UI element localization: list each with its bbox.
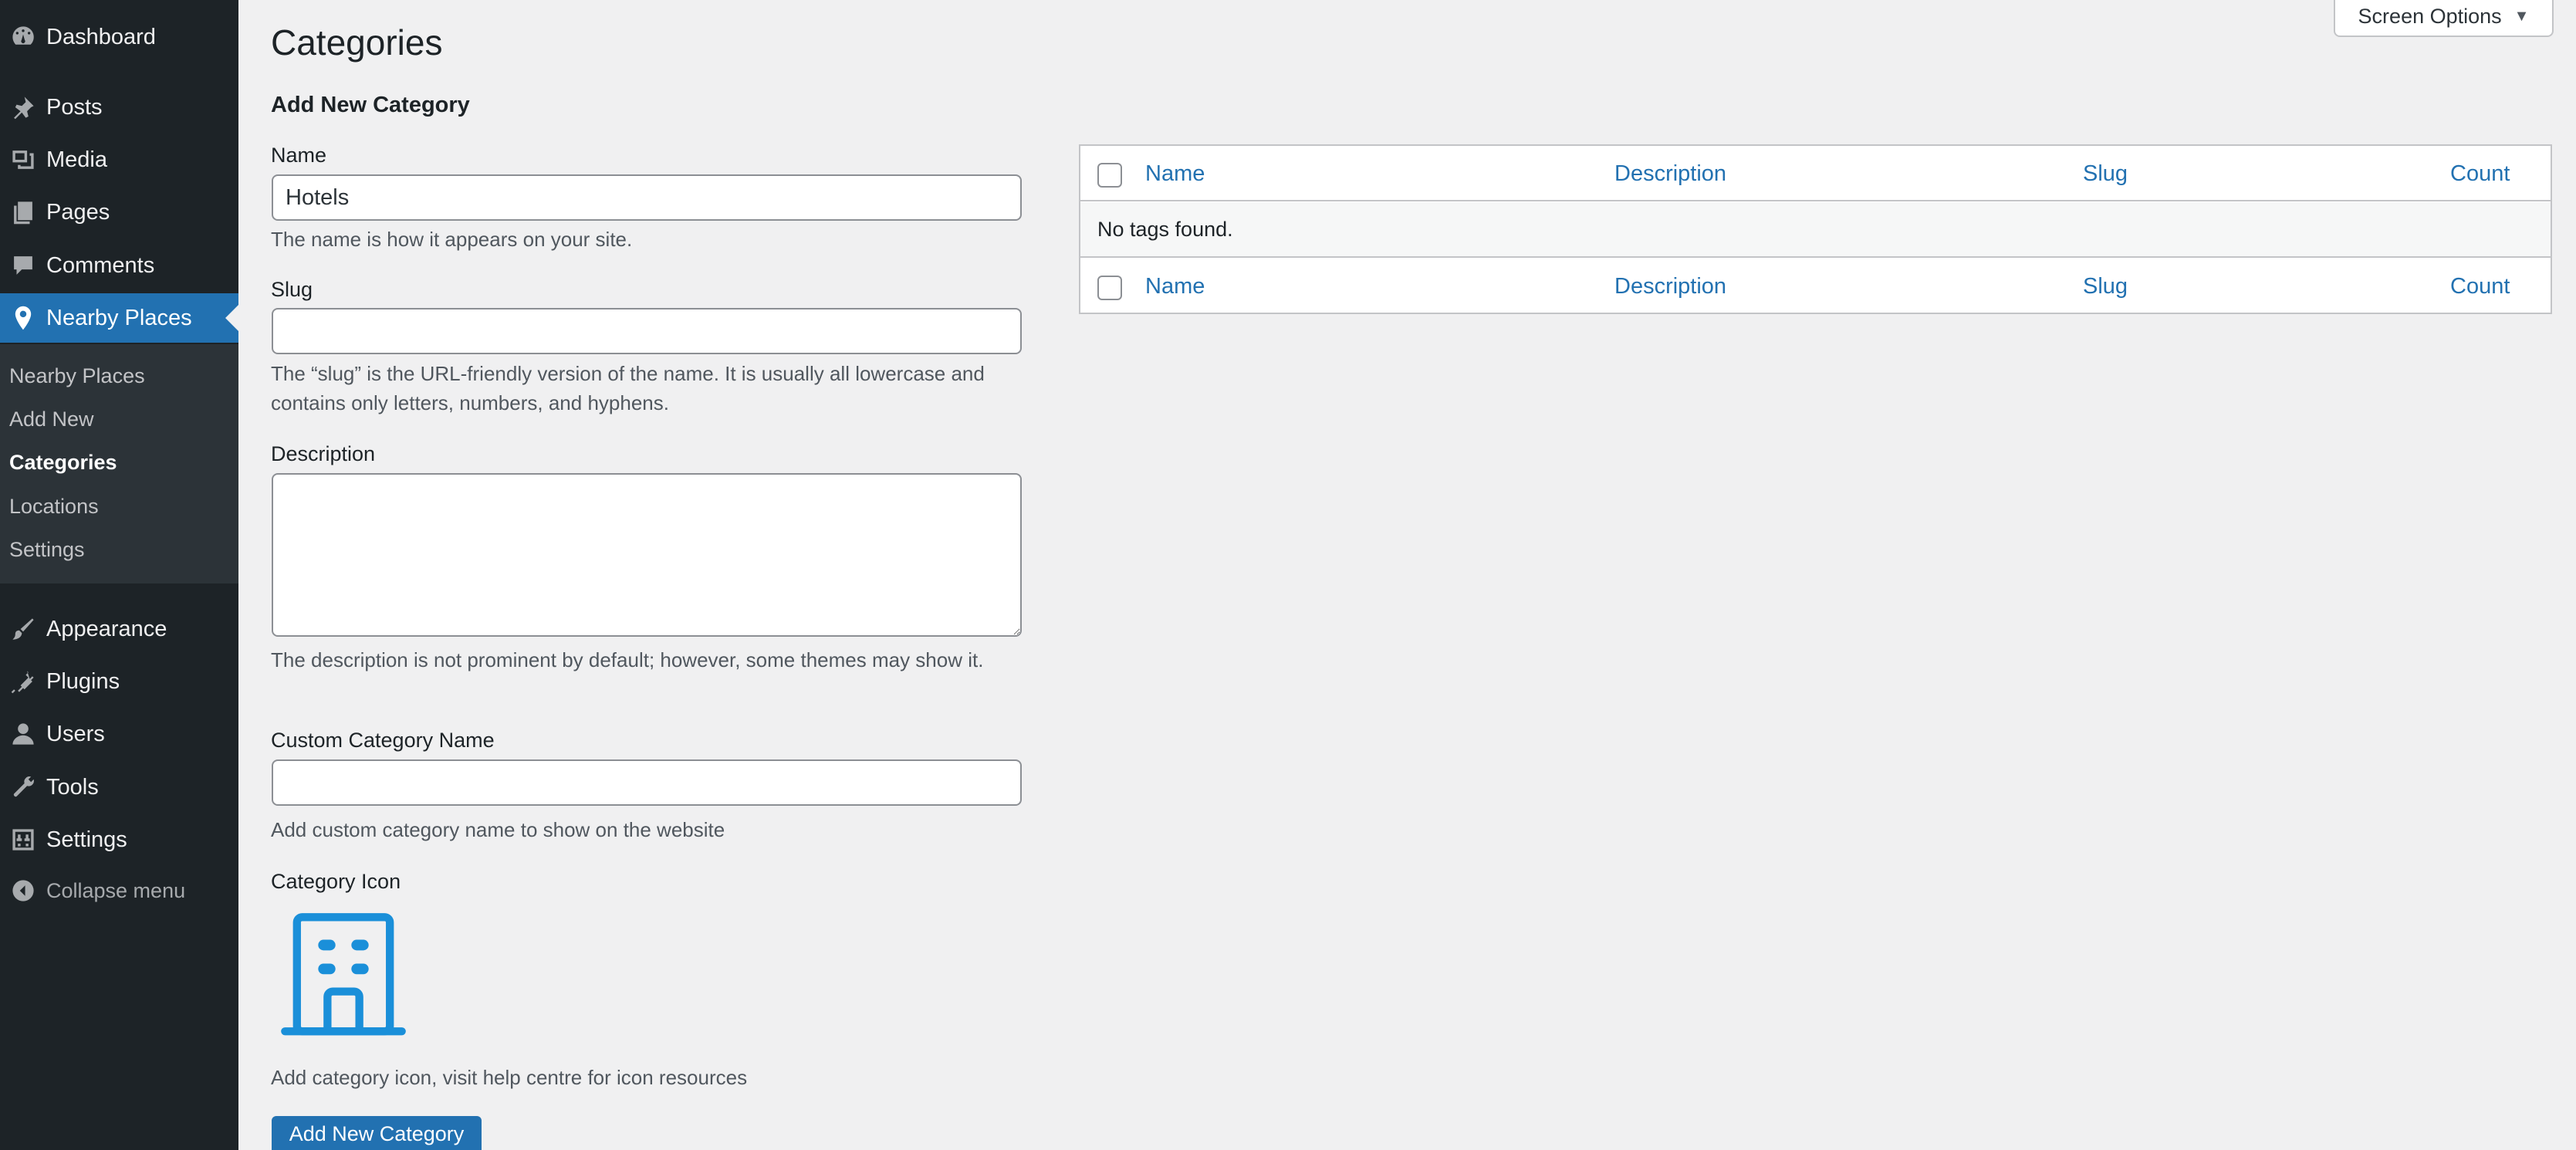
nearby-places-submenu: Nearby Places Add New Categories Locatio… bbox=[0, 344, 238, 583]
category-icon-help-text: Add category icon, visit help centre for… bbox=[271, 1066, 748, 1089]
wrench-icon bbox=[0, 763, 46, 812]
pushpin-icon bbox=[0, 83, 46, 132]
description-textarea[interactable] bbox=[272, 473, 1022, 637]
media-icon bbox=[0, 135, 46, 184]
menu-item-comments[interactable]: Comments bbox=[0, 241, 238, 290]
menu-item-posts[interactable]: Posts bbox=[0, 83, 238, 132]
collapse-arrow-icon bbox=[0, 866, 46, 915]
menu-item-label: Pages bbox=[46, 199, 110, 225]
menu-item-plugins[interactable]: Plugins bbox=[0, 657, 238, 706]
custom-category-name-input[interactable] bbox=[272, 759, 1022, 806]
menu-item-label: Appearance bbox=[46, 616, 167, 641]
submenu-item-settings[interactable]: Settings bbox=[9, 538, 85, 562]
menu-item-label: Posts bbox=[46, 94, 103, 120]
pages-icon bbox=[0, 188, 46, 237]
admin-sidebar: Dashboard Posts Media Pages Comments Nea… bbox=[0, 0, 238, 1150]
plugin-icon bbox=[0, 657, 46, 706]
menu-item-label: Users bbox=[46, 721, 105, 746]
table-empty-row: No tags found. bbox=[1080, 202, 2551, 258]
slug-input[interactable] bbox=[272, 308, 1022, 354]
settings-icon bbox=[0, 815, 46, 864]
submenu-item-add-new[interactable]: Add New bbox=[9, 408, 94, 431]
column-header-count[interactable]: Count bbox=[2450, 161, 2510, 187]
column-footer-name[interactable]: Name bbox=[1145, 274, 1205, 299]
name-input[interactable] bbox=[272, 174, 1022, 221]
page-title: Categories bbox=[271, 22, 443, 63]
location-pin-icon bbox=[0, 293, 46, 343]
caret-down-icon: ▼ bbox=[2513, 7, 2530, 25]
category-icon-picker[interactable] bbox=[271, 903, 416, 1048]
select-all-checkbox[interactable] bbox=[1097, 276, 1122, 300]
submenu-item-nearby-places[interactable]: Nearby Places bbox=[9, 364, 145, 388]
column-header-description[interactable]: Description bbox=[1614, 161, 1726, 187]
collapse-menu-button[interactable]: Collapse menu bbox=[0, 866, 238, 915]
menu-item-dashboard[interactable]: Dashboard bbox=[0, 12, 238, 62]
column-footer-description[interactable]: Description bbox=[1614, 274, 1726, 299]
menu-item-label: Plugins bbox=[46, 668, 120, 694]
menu-item-label: Nearby Places bbox=[46, 305, 192, 330]
collapse-menu-label: Collapse menu bbox=[46, 878, 186, 902]
comments-icon bbox=[0, 241, 46, 290]
menu-item-appearance[interactable]: Appearance bbox=[0, 604, 238, 654]
column-footer-slug[interactable]: Slug bbox=[2083, 274, 2128, 299]
menu-item-pages[interactable]: Pages bbox=[0, 188, 238, 237]
users-icon bbox=[0, 709, 46, 759]
menu-item-label: Dashboard bbox=[46, 24, 156, 49]
menu-item-label: Tools bbox=[46, 774, 99, 800]
menu-item-settings[interactable]: Settings bbox=[0, 815, 238, 864]
building-icon bbox=[281, 913, 406, 1036]
name-help-text: The name is how it appears on your site. bbox=[271, 228, 633, 251]
dashboard-icon bbox=[0, 12, 46, 62]
menu-item-label: Media bbox=[46, 147, 107, 172]
name-label: Name bbox=[271, 144, 327, 167]
submenu-item-categories[interactable]: Categories bbox=[9, 451, 117, 475]
table-footer-row: Name Description Slug Count bbox=[1080, 259, 2551, 314]
no-items-message: No tags found. bbox=[1097, 218, 1233, 241]
screen-options-button[interactable]: Screen Options ▼ bbox=[2334, 0, 2554, 37]
categories-table: Name Description Slug Count No tags foun… bbox=[1079, 144, 2552, 314]
menu-item-label: Settings bbox=[46, 827, 127, 852]
select-all-checkbox[interactable] bbox=[1097, 163, 1122, 188]
column-header-name[interactable]: Name bbox=[1145, 161, 1205, 187]
description-help-text: The description is not prominent by defa… bbox=[271, 648, 984, 671]
menu-item-label: Comments bbox=[46, 252, 155, 278]
add-new-category-button[interactable]: Add New Category bbox=[272, 1116, 482, 1150]
menu-item-nearby-places[interactable]: Nearby Places bbox=[0, 293, 238, 343]
slug-help-text: The “slug” is the URL-friendly version o… bbox=[271, 362, 985, 414]
column-header-slug[interactable]: Slug bbox=[2083, 161, 2128, 187]
column-footer-count[interactable]: Count bbox=[2450, 274, 2510, 299]
description-label: Description bbox=[271, 442, 376, 465]
slug-label: Slug bbox=[271, 278, 313, 301]
screen-options-label: Screen Options bbox=[2358, 4, 2502, 28]
paintbrush-icon bbox=[0, 604, 46, 654]
custom-category-name-label: Custom Category Name bbox=[271, 729, 495, 752]
category-icon-label: Category Icon bbox=[271, 870, 401, 893]
submenu-item-locations[interactable]: Locations bbox=[9, 495, 99, 519]
custom-category-name-help-text: Add custom category name to show on the … bbox=[271, 818, 725, 841]
menu-item-media[interactable]: Media bbox=[0, 135, 238, 184]
menu-item-users[interactable]: Users bbox=[0, 709, 238, 759]
menu-item-tools[interactable]: Tools bbox=[0, 763, 238, 812]
form-title: Add New Category bbox=[271, 93, 470, 117]
table-header-row: Name Description Slug Count bbox=[1080, 146, 2551, 201]
